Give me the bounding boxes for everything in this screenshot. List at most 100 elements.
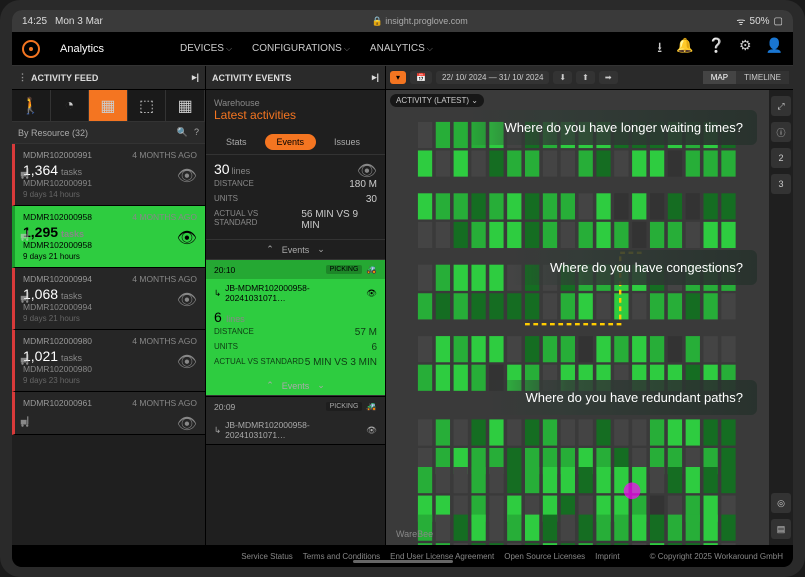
events-collapse-toggle[interactable]: ⌃ Events ⌄ — [206, 240, 385, 260]
status-time: 14:25 — [22, 16, 47, 27]
nav-down-icon[interactable]: ⬇ — [553, 71, 572, 84]
number-3-button[interactable]: 3 — [771, 174, 791, 194]
feed-item[interactable]: MDMR1020009914 MONTHS AGO 1,364tasks MDM… — [12, 144, 205, 206]
layers-icon[interactable]: ▤ — [771, 519, 791, 539]
filter-button[interactable]: ▾ — [390, 71, 406, 84]
event-job: JB-MDMR102000958-20241031071… — [225, 420, 362, 440]
feed-item-id: MDMR102000994 — [23, 274, 92, 284]
feed-item[interactable]: MDMR1020009944 MONTHS AGO 1,068tasks MDM… — [12, 268, 205, 330]
walk-icon: 🚶 — [21, 96, 41, 116]
event-tag: PICKING — [326, 402, 363, 411]
battery-icon: ▢ — [774, 16, 783, 27]
eye-icon[interactable]: 👁 — [357, 161, 377, 181]
summary-lines-unit: lines — [232, 166, 251, 176]
view-mode-box[interactable]: ⬚ — [128, 90, 167, 121]
nav-right-icon[interactable]: ➡ — [599, 71, 618, 84]
toggle-timeline[interactable]: TIMELINE — [736, 71, 789, 84]
event-card[interactable]: 20:10PICKING🚜 ↳JB-MDMR102000958-20241031… — [206, 260, 385, 397]
feed-item-ago: 4 MONTHS AGO — [132, 150, 197, 160]
footer-link[interactable]: Service Status — [241, 552, 293, 561]
eye-icon[interactable]: 👁 — [177, 228, 197, 248]
info-icon[interactable]: ⓘ — [771, 122, 791, 142]
nav-devices[interactable]: DEVICES⌵ — [180, 35, 232, 62]
map-panel: ▾ 📅 22/ 10/ 2024 — 31/ 10/ 2024 ⬇ ⬆ ➡ MA… — [386, 66, 793, 545]
feed-item[interactable]: MDMR1020009804 MONTHS AGO 1,021tasks MDM… — [12, 330, 205, 392]
gauge-icon: ◔ — [65, 97, 75, 115]
status-date: Mon 3 Mar — [55, 16, 103, 27]
event-tabs: Stats Events Issues — [206, 130, 385, 155]
grip-icon[interactable]: ⋮ — [18, 72, 27, 83]
number-2-button[interactable]: 2 — [771, 148, 791, 168]
feed-item-id: MDMR102000991 — [23, 150, 92, 160]
activity-events-header: ACTIVITY EVENTS ▸| — [206, 66, 385, 90]
search-icon[interactable]: 🔍 — [177, 127, 188, 138]
arrow-icon: ↳ — [214, 425, 221, 436]
user-icon[interactable]: 👤 — [766, 37, 783, 61]
home-indicator — [353, 560, 453, 563]
feed-item[interactable]: MDMR1020009584 MONTHS AGO 1,295tasks MDM… — [12, 206, 205, 268]
events-collapse-toggle: ⌃Events⌄ — [206, 376, 385, 396]
help-icon[interactable]: ❔ — [708, 37, 725, 61]
help-icon[interactable]: ? — [194, 127, 199, 138]
feed-item-id: MDMR102000961 — [23, 398, 92, 408]
feed-item-meta: 9 days 23 hours — [23, 376, 197, 385]
view-mode-gauge[interactable]: ◔ — [51, 90, 90, 121]
feed-item-ago: 4 MONTHS AGO — [132, 212, 197, 222]
collapse-icon[interactable]: ▸| — [192, 72, 199, 83]
calendar-icon[interactable]: 📅 — [410, 71, 432, 84]
callout-redundant: Where do you have redundant paths? — [485, 380, 757, 415]
download-icon[interactable]: ⭳ — [657, 37, 662, 61]
date-range[interactable]: 22/ 10/ 2024 — 31/ 10/ 2024 — [436, 71, 549, 84]
footer-link[interactable]: Imprint — [595, 552, 619, 561]
view-mode-grid[interactable]: ▦ — [166, 90, 205, 121]
feed-item-id: MDMR102000958 — [23, 212, 92, 222]
nav-analytics[interactable]: ANALYTICS⌵ — [370, 35, 433, 62]
eye-icon[interactable]: 👁 — [177, 352, 197, 372]
event-card[interactable]: 20:09PICKING🚜 ↳JB-MDMR102000958-20241031… — [206, 397, 385, 445]
event-time: 20:10 — [214, 265, 235, 275]
nav-configurations[interactable]: CONFIGURATIONS⌵ — [252, 35, 350, 62]
grid-icon: ▦ — [178, 96, 193, 116]
feed-item-ago: 4 MONTHS AGO — [132, 398, 197, 408]
footer-copyright: © Copyright 2025 Workaround GmbH — [650, 552, 783, 561]
eye-icon[interactable]: 👁 — [177, 166, 197, 186]
nav-up-icon[interactable]: ⬆ — [576, 71, 595, 84]
gear-icon[interactable]: ⚙ — [739, 37, 752, 61]
wifi-icon: ᯤ — [736, 14, 745, 28]
map-side-controls: ⤢ ⓘ 2 3 ◎ ▤ — [769, 90, 793, 545]
view-mode-walk[interactable]: 🚶 — [12, 90, 51, 121]
feed-list: MDMR1020009914 MONTHS AGO 1,364tasks MDM… — [12, 144, 205, 545]
event-time: 20:09 — [214, 402, 235, 412]
tab-issues[interactable]: Issues — [322, 134, 372, 150]
feed-item-sub: MDMR102000991 — [23, 178, 197, 188]
summary-lines-count: 30 — [214, 161, 230, 177]
zoom-button[interactable]: ◎ — [771, 493, 791, 513]
bell-icon[interactable]: 🔔 — [676, 37, 693, 61]
map-timeline-toggle: MAP TIMELINE — [703, 71, 789, 84]
warehouse-label: Warehouse — [214, 98, 377, 108]
expand-icon[interactable]: ⤢ — [771, 96, 791, 116]
footer-link[interactable]: Open Source Licenses — [504, 552, 585, 561]
view-mode-active[interactable]: ▦ — [89, 90, 128, 121]
arrow-icon: ↳ — [214, 288, 221, 299]
tab-events[interactable]: Events — [265, 134, 317, 150]
forklift-icon — [19, 414, 33, 428]
eye-icon[interactable]: 👁 — [177, 290, 197, 310]
map-chip[interactable]: ACTIVITY (LATEST) ⌄ — [390, 94, 484, 107]
eye-icon[interactable]: 👁 — [366, 425, 377, 436]
proglove-logo[interactable] — [22, 40, 40, 58]
collapse-icon[interactable]: ▸| — [372, 72, 379, 83]
resource-filter-label: By Resource (32) — [18, 128, 88, 138]
eye-icon[interactable]: 👁 — [177, 414, 197, 434]
eye-icon[interactable]: 👁 — [366, 288, 377, 299]
tab-stats[interactable]: Stats — [214, 134, 259, 150]
events-toggle-label: Events — [282, 245, 310, 255]
warehouse-map[interactable]: ACTIVITY (LATEST) ⌄ WareBee Where do you… — [386, 90, 793, 545]
feed-item-count: 1,021tasks — [23, 348, 197, 364]
activity-feed-sidebar: ⋮ ACTIVITY FEED ▸| 🚶 ◔ ▦ ⬚ ▦ By Resource… — [12, 66, 206, 545]
warehouse-title: Latest activities — [214, 108, 377, 122]
forklift-icon: 🚜 — [366, 264, 377, 275]
toggle-map[interactable]: MAP — [703, 71, 736, 84]
resource-filter[interactable]: By Resource (32) 🔍 ? — [12, 122, 205, 144]
feed-item[interactable]: MDMR102000961 4 MONTHS AGO 👁 — [12, 392, 205, 435]
